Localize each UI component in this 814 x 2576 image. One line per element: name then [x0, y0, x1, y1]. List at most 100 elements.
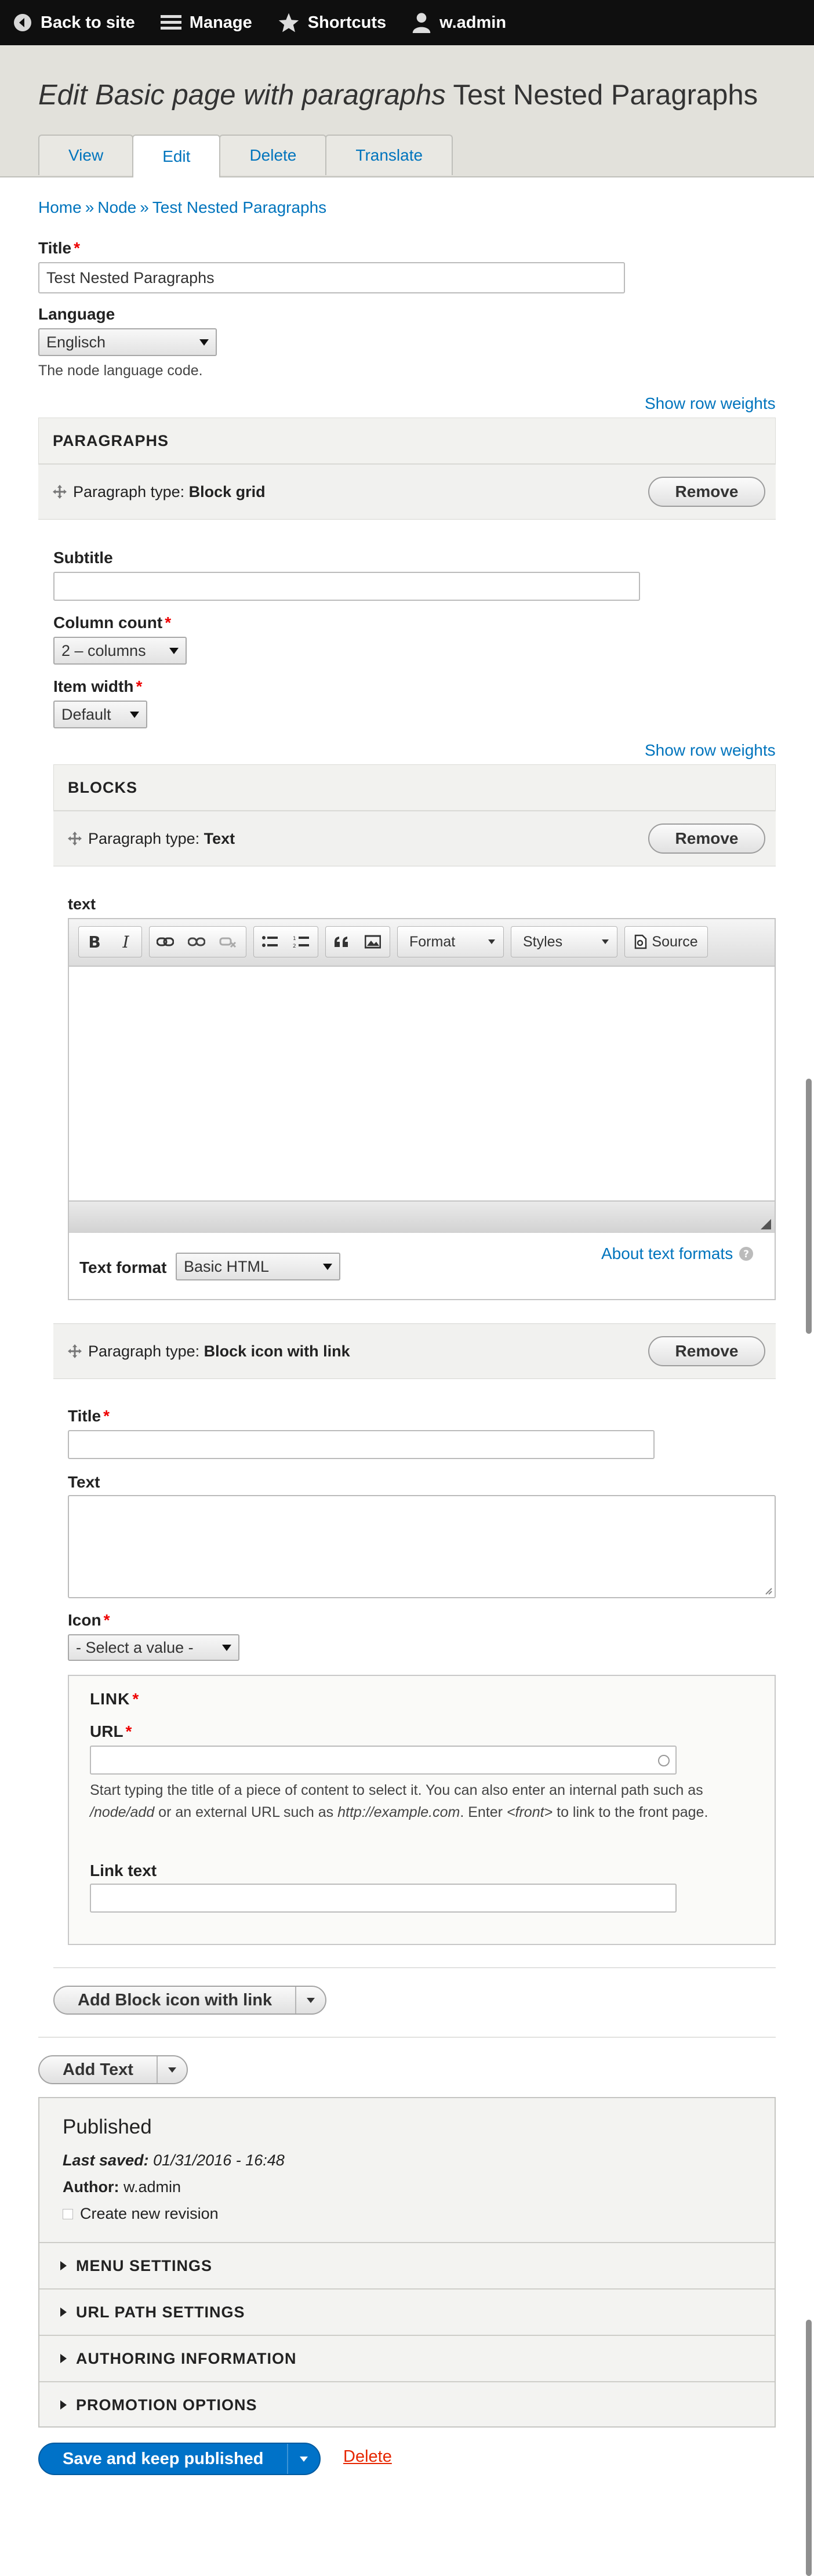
svg-text:?: ? — [743, 1249, 749, 1260]
item-width-label: Item width * — [53, 677, 143, 695]
url-input[interactable] — [90, 1746, 677, 1775]
icon-label: Icon * — [68, 1611, 110, 1629]
title-input[interactable]: Test Nested Paragraphs — [38, 262, 625, 293]
icon-text-textarea[interactable] — [68, 1495, 776, 1598]
resize-handle-icon[interactable] — [761, 1219, 771, 1229]
scrollbar-thumb[interactable] — [806, 2320, 812, 2576]
new-revision-label: Create new revision — [80, 2205, 219, 2222]
ptype-prefix: Paragraph type: — [73, 482, 185, 500]
divider — [53, 1967, 776, 1968]
breadcrumb-node[interactable]: Node — [97, 198, 136, 216]
promotion-options-toggle[interactable]: PROMOTION OPTIONS — [39, 2381, 775, 2428]
authoring-information-toggle[interactable]: AUTHORING INFORMATION — [39, 2335, 775, 2381]
url-path-settings-toggle[interactable]: URL PATH SETTINGS — [39, 2288, 775, 2335]
add-text-button[interactable]: Add Text — [39, 2056, 158, 2083]
editor-link-group — [149, 926, 246, 957]
page-header: Edit Basic page with paragraphs Test Nes… — [0, 45, 814, 177]
page-title: Edit Basic page with paragraphs Test Nes… — [38, 79, 758, 111]
link-text-input[interactable] — [90, 1884, 677, 1913]
user-menu[interactable]: w.admin — [399, 0, 519, 45]
hamburger-icon — [160, 15, 181, 30]
user-icon — [412, 13, 431, 33]
image-button[interactable] — [357, 927, 388, 957]
item-width-select[interactable]: Default — [53, 701, 147, 728]
bold-button[interactable]: B — [79, 927, 110, 957]
drag-handle-icon[interactable] — [67, 831, 82, 846]
ptype-prefix: Paragraph type: — [88, 1342, 200, 1360]
shortcuts-label: Shortcuts — [307, 13, 387, 32]
unlink-button[interactable] — [181, 927, 212, 957]
triangle-right-icon — [60, 2307, 67, 2317]
chevron-down-icon — [299, 2456, 308, 2462]
publish-status: Published — [63, 2116, 152, 2138]
remove-text-button[interactable]: Remove — [648, 823, 765, 854]
link-icon — [157, 937, 174, 946]
resize-handle-icon[interactable] — [764, 1587, 772, 1595]
italic-button[interactable]: I — [110, 927, 141, 957]
show-row-weights-link[interactable]: Show row weights — [645, 394, 776, 413]
url-description: Start typing the title of a piece of con… — [90, 1782, 708, 1820]
bulleted-list-button[interactable] — [254, 927, 285, 957]
chevron-down-icon — [307, 1997, 315, 2003]
language-select[interactable]: Englisch — [38, 328, 217, 356]
editor-content-area[interactable] — [69, 967, 775, 1202]
styles-combo[interactable]: Styles — [511, 926, 617, 957]
manage-menu[interactable]: Manage — [148, 0, 265, 45]
back-to-site-link[interactable]: Back to site — [0, 0, 148, 45]
tab-translate[interactable]: Translate — [325, 135, 453, 175]
last-saved: Last saved: 01/31/2016 - 16:48 — [63, 2151, 285, 2169]
column-count-select[interactable]: 2 – columns — [53, 637, 187, 665]
save-split-button: Save and keep published — [38, 2443, 321, 2475]
new-revision-checkbox[interactable] — [63, 2208, 73, 2219]
remove-block-grid-button[interactable]: Remove — [648, 477, 765, 507]
subtitle-input[interactable] — [53, 572, 640, 601]
menu-settings-toggle[interactable]: MENU SETTINGS — [39, 2242, 775, 2288]
text-format-select[interactable]: Basic HTML — [176, 1253, 340, 1280]
add-text-dropdown-toggle[interactable] — [158, 2056, 187, 2083]
breadcrumb-home[interactable]: Home — [38, 198, 82, 216]
author: Author: w.admin — [63, 2178, 181, 2196]
tab-view[interactable]: View — [38, 135, 134, 175]
ptype-name: Text — [204, 829, 235, 847]
entity-meta: Published Last saved: 01/31/2016 - 16:48… — [38, 2097, 776, 2428]
tab-delete[interactable]: Delete — [219, 135, 327, 175]
tab-edit[interactable]: Edit — [132, 135, 221, 177]
manage-label: Manage — [189, 13, 252, 32]
back-arrow-icon — [14, 14, 31, 31]
text-format-label: Text format — [79, 1258, 167, 1276]
show-row-weights-link-blocks[interactable]: Show row weights — [645, 741, 776, 760]
numbered-list-button[interactable]: 12 — [285, 927, 317, 957]
blocks-heading: BLOCKS — [53, 764, 776, 811]
delete-link[interactable]: Delete — [343, 2447, 392, 2466]
remove-format-button[interactable] — [212, 927, 244, 957]
add-block-icon-button[interactable]: Add Block icon with link — [54, 1987, 297, 2013]
icon-select[interactable]: - Select a value - — [68, 1634, 239, 1661]
wysiwyg-editor: B I 12 Format Styles Source — [68, 918, 776, 1234]
format-combo[interactable]: Format — [397, 926, 504, 957]
link-button[interactable] — [150, 927, 181, 957]
blockquote-button[interactable] — [326, 927, 357, 957]
drag-handle-icon[interactable] — [67, 1344, 82, 1359]
url-label: URL * — [90, 1722, 132, 1740]
icon-title-input[interactable] — [68, 1430, 655, 1459]
breadcrumb-current[interactable]: Test Nested Paragraphs — [152, 198, 326, 216]
autocomplete-icon — [658, 1755, 670, 1766]
page-title-prefix: Edit Basic page with paragraphs — [38, 79, 446, 111]
scrollbar-thumb[interactable] — [806, 1079, 812, 1334]
drag-handle-icon[interactable] — [52, 484, 67, 499]
shortcuts-menu[interactable]: Shortcuts — [265, 0, 399, 45]
source-button[interactable]: Source — [624, 926, 708, 957]
add-text-split-button: Add Text — [38, 2055, 188, 2084]
column-count-label: Column count * — [53, 614, 172, 632]
about-text-formats-link[interactable]: About text formats ? — [601, 1245, 754, 1263]
chevron-down-icon — [168, 2067, 176, 2073]
add-block-icon-dropdown-toggle[interactable] — [296, 1987, 325, 2013]
language-label: Language — [38, 305, 115, 323]
ptype-prefix: Paragraph type: — [88, 829, 200, 847]
save-dropdown-toggle[interactable] — [288, 2444, 319, 2474]
icon-title-label: Title * — [68, 1407, 110, 1425]
source-icon — [635, 934, 647, 949]
save-button[interactable]: Save and keep published — [39, 2444, 288, 2474]
breadcrumb: Home» Node» Test Nested Paragraphs — [38, 198, 326, 217]
remove-block-icon-button[interactable]: Remove — [648, 1336, 765, 1366]
